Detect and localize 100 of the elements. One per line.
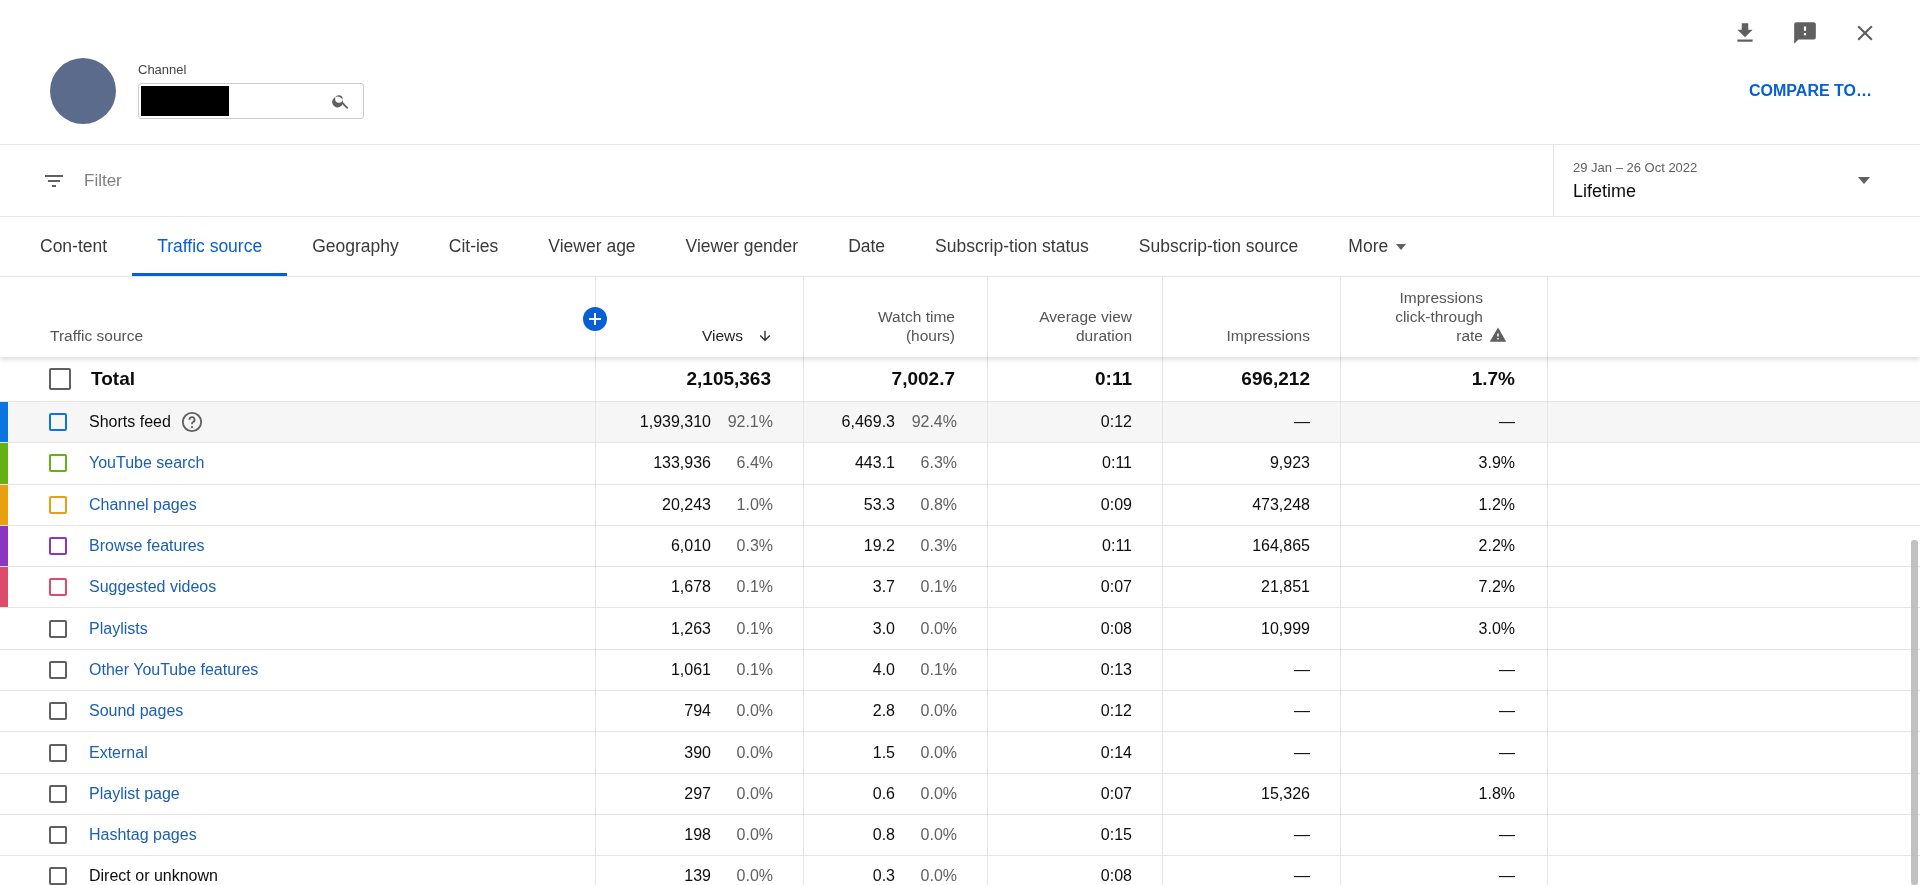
table-cell: 0:08 <box>1100 867 1132 885</box>
percent-cell-text: 0.0% <box>919 619 957 638</box>
percent-cell-text: 0.0% <box>735 826 773 845</box>
channel-search-field[interactable] <box>138 83 364 119</box>
table-cell: 1,263 <box>670 619 711 638</box>
feedback-icon[interactable] <box>1792 20 1818 46</box>
traffic-source-link[interactable]: Other YouTube features <box>89 660 259 679</box>
traffic-source-link[interactable]: Sound pages <box>89 702 184 721</box>
table-cell: 473,248 <box>1252 495 1310 514</box>
table-cell: 3.7 <box>872 578 895 597</box>
date-period-text: Lifetime <box>1573 180 1638 202</box>
tab[interactable]: Cit-ies <box>423 217 524 276</box>
percent-cell-text: 0.3% <box>919 537 957 556</box>
add-metric-icon[interactable] <box>583 307 607 331</box>
date-range-text: 29 Jan – 26 Oct 2022 <box>1573 159 1698 175</box>
percent-cell-text: 6.4% <box>735 454 773 473</box>
tab[interactable]: Con-tent <box>15 217 133 276</box>
percent-cell-text: 0.0% <box>919 702 957 721</box>
more-menu-button[interactable]: More <box>1323 217 1432 276</box>
percent-cell-text: 0.0% <box>919 826 957 845</box>
column-header[interactable]: Watch time (hours) <box>870 307 955 345</box>
table-cell: 390 <box>684 743 711 762</box>
checkbox[interactable] <box>49 619 67 638</box>
table-cell: 0:12 <box>1100 702 1132 721</box>
table-cell: 6,010 <box>670 537 711 556</box>
sort-down-arrow-icon[interactable] <box>757 328 773 344</box>
table-cell: 20,243 <box>662 495 711 514</box>
total-label: Total <box>91 368 135 390</box>
traffic-source-link[interactable]: Browse features <box>89 537 205 556</box>
table-cell: 3.0 <box>872 619 895 638</box>
dropdown-caret-icon <box>1858 177 1870 184</box>
percent-cell-text: 0.0% <box>735 702 773 721</box>
percent-cell-text: 0.8% <box>919 495 957 514</box>
traffic-source-link[interactable]: External <box>89 743 148 762</box>
table-cell: 10,999 <box>1261 619 1310 638</box>
column-header[interactable]: Views <box>701 326 743 345</box>
checkbox[interactable] <box>49 743 67 762</box>
table-cell: — <box>1294 660 1310 679</box>
percent-cell-text: 0.1% <box>735 619 773 638</box>
checkbox[interactable] <box>49 454 67 473</box>
traffic-source-link[interactable]: Suggested videos <box>89 578 217 597</box>
table-cell: 0:12 <box>1100 413 1132 432</box>
table-cell: 0.6 <box>872 784 895 803</box>
column-header[interactable]: Traffic source <box>50 326 144 345</box>
tab[interactable]: Traffic source <box>132 217 288 276</box>
tab[interactable]: Viewer age <box>523 217 661 276</box>
checkbox[interactable] <box>49 368 71 390</box>
traffic-source-link[interactable]: Playlists <box>89 619 148 638</box>
date-range-picker[interactable]: 29 Jan – 26 Oct 2022 Lifetime <box>1553 145 1920 216</box>
table-cell: 1.5 <box>872 743 895 762</box>
caret-icon <box>1396 243 1407 250</box>
table-cell: 0:08 <box>1100 619 1132 638</box>
traffic-source-link[interactable]: Playlist page <box>89 784 180 803</box>
checkbox[interactable] <box>49 537 67 556</box>
highlighted-row[interactable]: Shorts feed 1,939,310 92.1% 6,469.3 92.4% 0:12 — — <box>0 402 1920 444</box>
table-cell: 0:14 <box>1100 743 1132 762</box>
column-header[interactable]: Average view duration <box>1032 307 1132 345</box>
table-cell: 0:07 <box>1100 578 1132 597</box>
total-value: 7,002.7 <box>891 368 955 390</box>
checkbox[interactable] <box>49 413 67 432</box>
traffic-source-link[interactable]: Channel pages <box>89 495 197 514</box>
table-cell: 0:13 <box>1100 660 1132 679</box>
tab[interactable]: Date <box>823 217 911 276</box>
percent-cell-text: 0.0% <box>735 867 773 885</box>
tab[interactable]: Subscrip-tion status <box>910 217 1114 276</box>
table-cell: 4.0 <box>872 660 895 679</box>
tab[interactable]: Geography <box>287 217 424 276</box>
tab[interactable]: Subscrip-tion source <box>1113 217 1324 276</box>
traffic-source-link[interactable]: Hashtag pages <box>89 826 197 845</box>
table-cell: 0:09 <box>1100 495 1132 514</box>
traffic-source-link[interactable]: YouTube search <box>89 454 205 473</box>
percent-cell-text: 0.1% <box>919 578 957 597</box>
percent-cell-text: 0.1% <box>735 578 773 597</box>
table-cell: 443.1 <box>854 454 895 473</box>
checkbox[interactable] <box>49 867 67 885</box>
tab[interactable]: Viewer gender <box>660 217 824 276</box>
checkbox[interactable] <box>49 784 67 803</box>
checkbox[interactable] <box>49 578 67 597</box>
help-icon[interactable] <box>180 411 203 434</box>
checkbox[interactable] <box>49 495 67 514</box>
percent-cell-text: 1.0% <box>735 495 773 514</box>
table-cell: — <box>1294 413 1310 432</box>
column-header[interactable]: Impressions click-through rate <box>1371 288 1483 345</box>
checkbox[interactable] <box>49 660 67 679</box>
table-cell: 0:15 <box>1100 826 1132 845</box>
table-cell: — <box>1294 826 1310 845</box>
scrollbar-thumb[interactable] <box>1911 540 1918 885</box>
table-cell: 15,326 <box>1261 784 1310 803</box>
table-cell: 7.2% <box>1478 578 1515 597</box>
compare-button[interactable]: COMPARE TO… <box>1749 82 1872 100</box>
checkbox[interactable] <box>49 826 67 845</box>
column-header[interactable]: Impressions <box>1226 326 1310 345</box>
checkbox[interactable] <box>49 702 67 721</box>
table-cell: 1.8% <box>1478 784 1515 803</box>
total-value: 1.7% <box>1471 368 1515 390</box>
percent-cell-text: 92.1% <box>726 413 773 432</box>
table-cell: — <box>1294 743 1310 762</box>
table-cell: 3.9% <box>1478 454 1515 473</box>
table-cell: — <box>1499 743 1515 762</box>
table-cell: 6,469.3 <box>841 413 895 432</box>
